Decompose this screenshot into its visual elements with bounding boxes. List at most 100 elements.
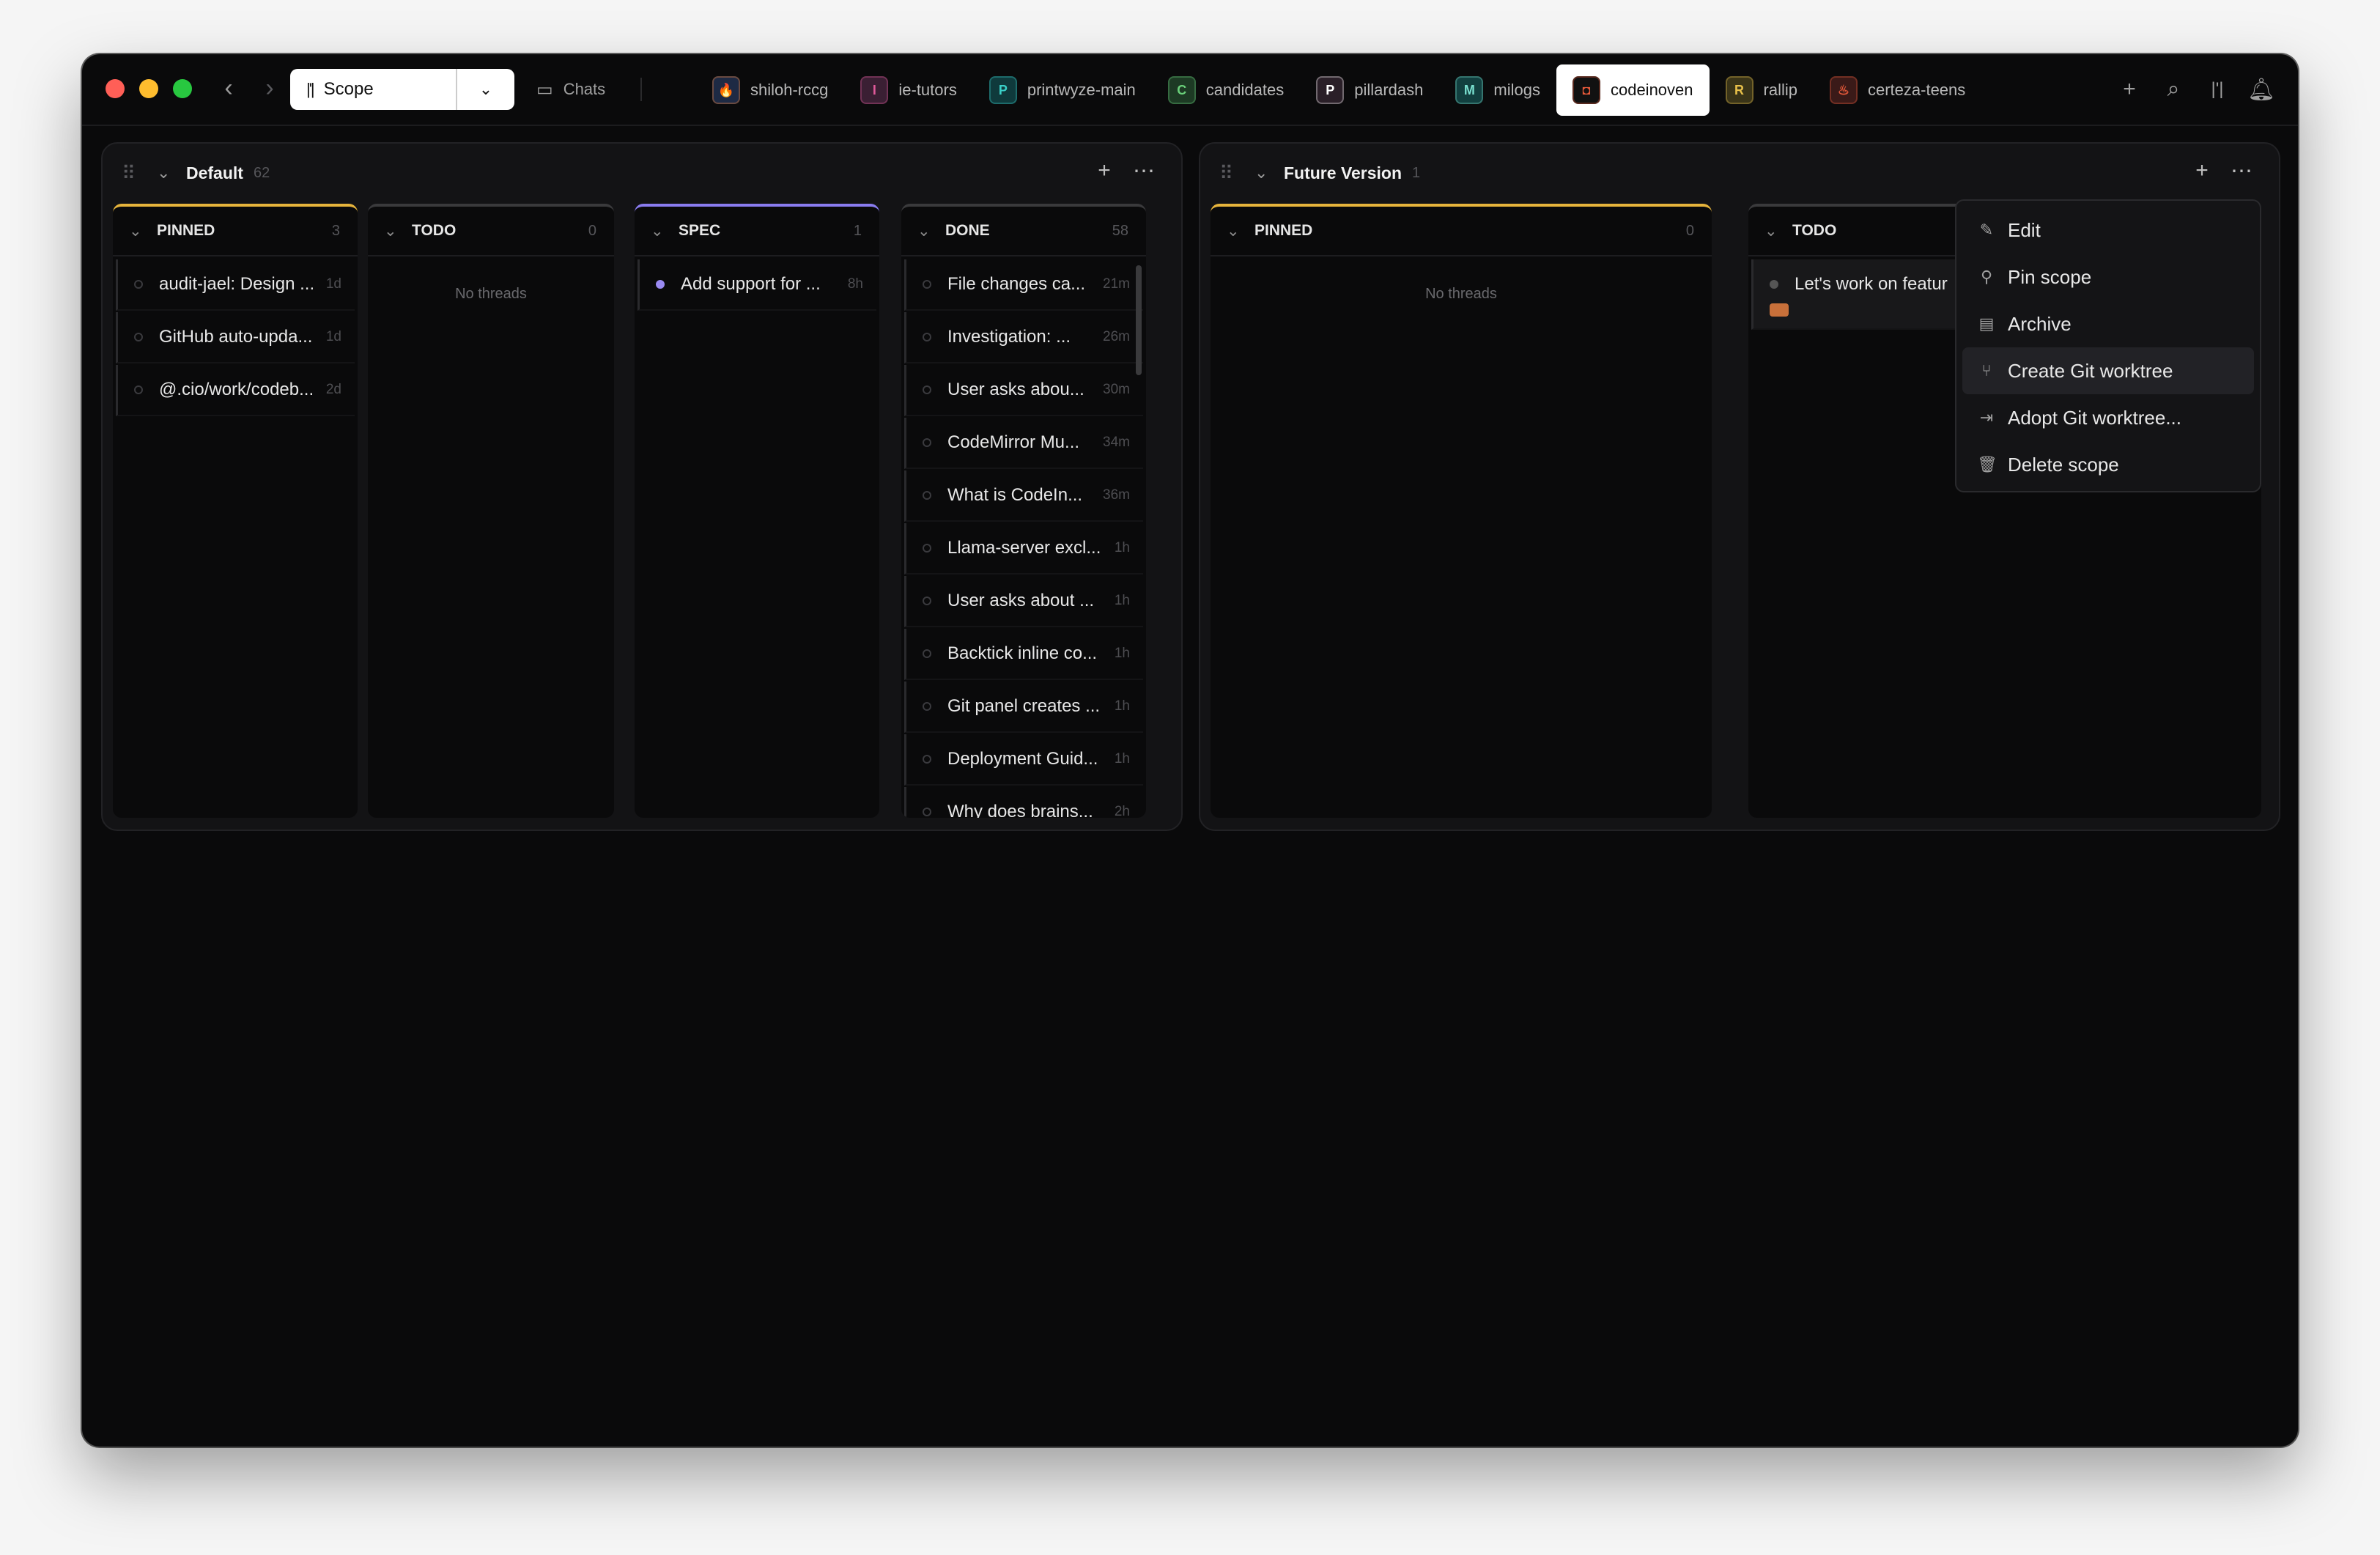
menu-item-pin-scope[interactable]: ⚲ Pin scope [1962,254,2254,300]
folder-import-icon: ⇥ [1979,408,1994,426]
project-logo-icon: C [1167,76,1196,104]
collapse-chevron-icon[interactable]: ⌄ [157,163,179,182]
column-header[interactable]: ⌄ TODO 0 [368,207,614,256]
thread-item[interactable]: Llama-server excl... 1h [904,523,1143,575]
column-count: 0 [1685,222,1694,239]
project-logo-icon: R [1725,76,1753,104]
columns-view-icon[interactable]: |'| [2195,79,2239,100]
collapse-chevron-icon[interactable]: ⌄ [1254,163,1276,182]
menu-item-label: Adopt Git worktree... [2008,406,2181,429]
thread-title: What is CodeIn... [947,485,1083,505]
column-title: PINNED [157,222,215,239]
search-icon[interactable]: ⌕ [2151,77,2195,102]
collapse-chevron-icon[interactable]: ⌄ [1227,222,1254,240]
toolbar-divider [640,78,642,101]
thread-title: Why does brains... [947,802,1093,818]
tab-printwyze-main[interactable]: Pprintwyze-main [973,64,1152,116]
thread-item[interactable]: User asks about ... 1h [904,576,1143,627]
chats-button[interactable]: ▭ Chats [536,69,605,110]
thread-item[interactable]: What is CodeIn... 36m [904,470,1143,522]
thread-item[interactable]: GitHub auto-upda... 1d [116,312,355,363]
back-arrow-icon[interactable]: ‹ [214,73,243,106]
scope-dropdown-chevron-icon[interactable]: ⌄ [457,80,514,99]
collapse-chevron-icon[interactable]: ⌄ [917,222,945,240]
menu-item-delete-scope[interactable]: 🗑︎ Delete scope [1962,441,2254,488]
thread-item[interactable]: User asks abou... 30m [904,365,1143,416]
status-dot-icon [923,544,931,553]
column-header[interactable]: ⌄ PINNED 0 [1211,207,1712,256]
project-logo-icon: I [860,76,889,104]
forward-arrow-icon[interactable]: › [255,73,284,106]
tab-label: candidates [1205,81,1285,99]
collapse-chevron-icon[interactable]: ⌄ [1764,222,1792,240]
tab-certeza-teens[interactable]: ♨ certeza-teens [1814,64,1981,116]
column-header[interactable]: ⌄ PINNED 3 [113,207,358,256]
tab-candidates[interactable]: Ccandidates [1152,64,1300,116]
close-window-button[interactable] [106,79,125,98]
app-window: ‹ › |'| Scope ⌄ ▭ Chats 🔥 shiloh-rccg Iie-… [82,54,2298,1447]
bell-icon[interactable]: 🔔︎ [2239,77,2283,103]
menu-item-create-git-worktree[interactable]: ⑂ Create Git worktree [1962,347,2254,394]
thread-time: 36m [1103,487,1130,503]
status-dot-icon [923,333,931,341]
panel-header: ⠿ ⌄ Future Version 1 + ⋯ [1200,144,2279,202]
tab-milogs[interactable]: Mmilogs [1439,64,1556,116]
thread-item[interactable]: Why does brains... 2h [904,787,1143,818]
thread-item[interactable]: Backtick inline co... 1h [904,629,1143,680]
menu-item-edit[interactable]: ✎ Edit [1962,207,2254,254]
chats-button-label: Chats [563,80,606,98]
scrollbar[interactable] [1136,265,1142,375]
more-options-icon[interactable]: ⋯ [1124,158,1164,184]
thread-item[interactable]: Add support for ... 8h [638,259,876,311]
scope-button[interactable]: |'| Scope ⌄ [290,69,514,110]
collapse-chevron-icon[interactable]: ⌄ [384,222,412,240]
add-thread-icon[interactable]: + [1084,158,1124,184]
tab-label: certeza-teens [1867,81,1966,99]
thread-item[interactable]: File changes ca... 21m [904,259,1143,311]
add-tab-icon[interactable]: + [2107,77,2151,102]
tab-ie-tutors[interactable]: Iie-tutors [844,64,972,116]
thread-time: 21m [1103,276,1130,292]
more-options-icon[interactable]: ⋯ [2222,158,2261,184]
thread-title: Add support for ... [681,274,821,294]
column-done: ⌄ DONE 58 File changes ca... 21m Investigatio… [901,204,1146,818]
thread-item[interactable]: Investigation: ... 26m [904,312,1143,363]
thread-item[interactable]: Git panel creates ... 1h [904,682,1143,733]
maximize-window-button[interactable] [173,79,192,98]
drag-handle-icon[interactable]: ⠿ [122,162,144,185]
status-dot-icon [923,755,931,764]
chat-bubble-icon: ▭ [536,79,553,100]
menu-item-adopt-git-worktree[interactable]: ⇥ Adopt Git worktree... [1962,394,2254,441]
menu-item-archive[interactable]: ▤ Archive [1962,300,2254,347]
column-header[interactable]: ⌄ SPEC 1 [635,207,879,256]
status-dot-icon [923,808,931,816]
collapse-chevron-icon[interactable]: ⌄ [129,222,157,240]
thread-title: audit-jael: Design ... [159,274,315,294]
add-thread-icon[interactable]: + [2182,158,2222,184]
status-dot-icon [923,491,931,500]
tab-pillardash[interactable]: Ppillardash [1300,64,1439,116]
thread-time: 2h [1114,804,1130,818]
thread-item[interactable]: Deployment Guid... 1h [904,734,1143,786]
tab-codeinoven[interactable]: ◘ codeinoven [1556,64,1710,116]
thread-item[interactable]: @.cio/work/codeb... 2d [116,365,355,416]
tab-shiloh-rccg[interactable]: 🔥 shiloh-rccg [696,64,844,116]
column-header[interactable]: ⌄ DONE 58 [901,207,1146,256]
agent-avatar-icon [1770,303,1789,317]
thread-title: File changes ca... [947,274,1086,294]
status-dot-icon [134,333,143,341]
column-count: 58 [1112,222,1128,239]
drag-handle-icon[interactable]: ⠿ [1219,162,1241,185]
minimize-window-button[interactable] [139,79,158,98]
project-logo-icon: M [1455,76,1484,104]
thread-item[interactable]: CodeMirror Mu... 34m [904,418,1143,469]
columns-icon: |'| [306,80,315,98]
thread-item[interactable]: audit-jael: Design ... 1d [116,259,355,311]
thread-time: 34m [1103,435,1130,450]
tab-rallip[interactable]: Rrallip [1710,64,1814,116]
status-dot-icon [923,280,931,289]
panel-title: Default [186,163,243,182]
thread-list: audit-jael: Design ... 1d GitHub auto-upda… [113,256,358,416]
collapse-chevron-icon[interactable]: ⌄ [651,222,679,240]
panel-count: 62 [253,164,270,181]
